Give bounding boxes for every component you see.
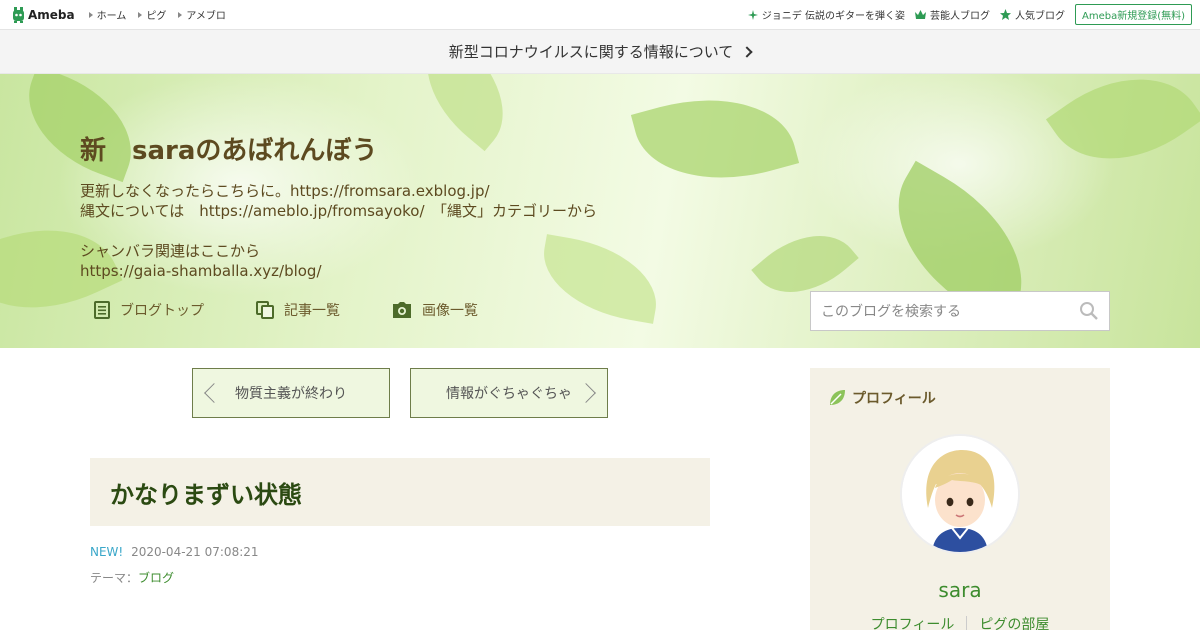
- document-icon: [94, 301, 110, 319]
- prev-article-label: 物質主義が終わり: [235, 386, 347, 402]
- prev-article-button[interactable]: 物質主義が終わり: [192, 368, 390, 418]
- next-article-button[interactable]: 情報がぐちゃぐちゃ: [410, 368, 608, 418]
- header-right-links: ジョニデ 伝説のギターを弾く姿 芸能人ブログ 人気ブログ Ameba新規登録(無…: [747, 4, 1192, 25]
- blog-header: 新 saraのあばれんぼう 更新しなくなったらこちらに。https://from…: [0, 74, 1200, 348]
- entry-theme: テーマ：ブログ: [90, 569, 174, 586]
- blog-nav: ブログトップ 記事一覧 画像一覧: [94, 300, 530, 320]
- search-icon[interactable]: [1079, 301, 1099, 321]
- chevron-left-icon: [204, 383, 224, 403]
- nav-ameblo[interactable]: アメブロ: [178, 7, 226, 22]
- description-line: 縄文については https://ameblo.jp/fromsayoko/ 「縄…: [80, 202, 598, 220]
- covid-notice-link[interactable]: 新型コロナウイルスに関する情報について: [0, 30, 1200, 74]
- chevron-right-icon: [576, 383, 596, 403]
- trending-link[interactable]: ジョニデ 伝説のギターを弾く姿: [747, 7, 905, 22]
- logo-text: Ameba: [28, 7, 75, 22]
- avatar-image: [902, 436, 1018, 552]
- notice-text: 新型コロナウイルスに関する情報について: [448, 43, 734, 61]
- ameba-logo[interactable]: Ameba: [12, 6, 75, 23]
- profile-links: プロフィール ピグの部屋: [810, 614, 1110, 630]
- entry-meta: NEW! 2020-04-21 07:08:21: [90, 545, 259, 559]
- nav-pigg-label: ピグ: [146, 11, 167, 22]
- nav-image-list-label: 画像一覧: [422, 303, 478, 319]
- entry-title[interactable]: かなりまずい状態: [110, 475, 302, 510]
- entry-title-box: かなりまずい状態: [90, 458, 710, 526]
- caret-right-icon: [88, 11, 93, 18]
- description-line: シャンバラ関連はここから: [80, 242, 261, 260]
- description-line: https://gaia-shamballa.xyz/blog/: [80, 262, 322, 280]
- article-pager: 物質主義が終わり 情報がぐちゃぐちゃ: [192, 368, 608, 418]
- profile-name[interactable]: sara: [810, 578, 1110, 602]
- main-panel: 物質主義が終わり 情報がぐちゃぐちゃ かなりまずい状態 NEW! 2020-04…: [40, 348, 1160, 630]
- profile-sidebar: プロフィール sara プロフィール ピグの部屋: [810, 368, 1110, 630]
- description-line: 更新しなくなったらこちらに。https://fromsara.exblog.jp…: [80, 182, 490, 200]
- register-button[interactable]: Ameba新規登録(無料): [1074, 4, 1192, 25]
- leaf-icon: [830, 390, 845, 405]
- nav-blog-top[interactable]: ブログトップ: [94, 300, 204, 320]
- global-header: Ameba ホーム ピグ アメブロ ジョニデ 伝説のギターを弾く姿 芸能人ブログ…: [0, 0, 1200, 30]
- star-icon: [999, 9, 1011, 20]
- celebrity-blog-link[interactable]: 芸能人ブログ: [914, 7, 990, 22]
- theme-prefix: テーマ：: [90, 571, 139, 585]
- sparkle-icon: [747, 9, 758, 20]
- blog-header-text: 新 saraのあばれんぼう 更新しなくなったらこちらに。https://from…: [80, 130, 597, 281]
- chevron-right-icon: [741, 45, 753, 58]
- link-divider: [966, 616, 968, 630]
- nav-home[interactable]: ホーム: [88, 7, 127, 22]
- pigg-room-link[interactable]: ピグの部屋: [979, 614, 1049, 630]
- nav-pigg[interactable]: ピグ: [138, 7, 166, 22]
- search-placeholder: このブログを検索する: [821, 304, 961, 320]
- profile-heading-label: プロフィール: [852, 391, 936, 407]
- new-badge: NEW!: [90, 545, 124, 559]
- ameba-mascot-icon: [13, 6, 24, 23]
- avatar[interactable]: [900, 434, 1020, 554]
- profile-heading: プロフィール: [828, 388, 936, 408]
- popular-blog-link[interactable]: 人気ブログ: [999, 7, 1065, 22]
- entry-datetime: 2020-04-21 07:08:21: [131, 545, 259, 559]
- copy-icon: [256, 301, 274, 319]
- nav-ameblo-label: アメブロ: [186, 11, 226, 22]
- leaf-decoration: [1045, 74, 1200, 194]
- next-article-label: 情報がぐちゃぐちゃ: [446, 386, 572, 402]
- nav-home-label: ホーム: [96, 11, 127, 22]
- celebrity-blog-label: 芸能人ブログ: [929, 11, 990, 22]
- blog-title[interactable]: 新 saraのあばれんぼう: [80, 130, 597, 167]
- leaf-decoration: [630, 76, 800, 202]
- caret-right-icon: [138, 11, 143, 18]
- blog-description: 更新しなくなったらこちらに。https://fromsara.exblog.jp…: [80, 181, 597, 281]
- nav-blog-top-label: ブログトップ: [120, 303, 204, 319]
- popular-blog-label: 人気ブログ: [1014, 11, 1065, 22]
- nav-image-list[interactable]: 画像一覧: [392, 300, 478, 320]
- trending-label: ジョニデ 伝説のギターを弾く姿: [761, 11, 905, 22]
- nav-article-list[interactable]: 記事一覧: [256, 300, 340, 320]
- profile-link[interactable]: プロフィール: [871, 614, 955, 630]
- nav-article-list-label: 記事一覧: [284, 303, 340, 319]
- theme-link[interactable]: ブログ: [138, 571, 174, 585]
- crown-icon: [914, 10, 926, 19]
- description-line: [80, 221, 597, 241]
- camera-icon: [393, 302, 411, 318]
- blog-search-input[interactable]: このブログを検索する: [810, 291, 1110, 331]
- caret-right-icon: [178, 11, 183, 18]
